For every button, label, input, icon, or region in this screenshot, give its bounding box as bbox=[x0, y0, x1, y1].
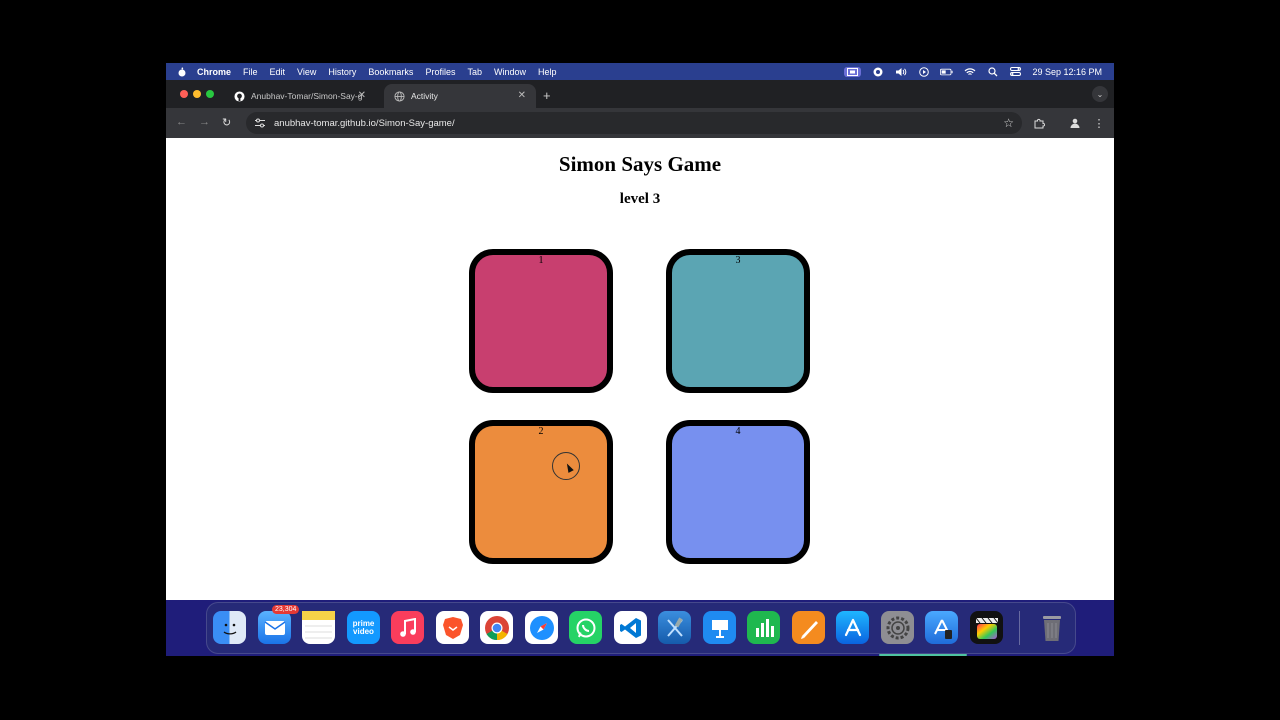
reload-icon[interactable]: ↻ bbox=[222, 116, 231, 129]
url-text[interactable]: anubhav-tomar.github.io/Simon-Say-game/ bbox=[274, 118, 455, 129]
safari-icon[interactable] bbox=[525, 611, 558, 644]
system-settings-icon[interactable] bbox=[881, 611, 914, 644]
site-settings-icon[interactable] bbox=[254, 117, 266, 129]
github-icon bbox=[234, 90, 245, 102]
final-cut-pro-icon[interactable] bbox=[970, 611, 1003, 644]
xcode-icon[interactable] bbox=[658, 611, 691, 644]
brave-icon[interactable] bbox=[436, 611, 469, 644]
simon-button-1[interactable]: 1 bbox=[469, 249, 613, 393]
whatsapp-icon[interactable] bbox=[569, 611, 602, 644]
extensions-icon[interactable] bbox=[1032, 116, 1046, 130]
menu-window[interactable]: Window bbox=[494, 67, 526, 77]
close-tab-icon[interactable]: ✕ bbox=[518, 90, 526, 101]
vscode-icon[interactable] bbox=[614, 611, 647, 644]
simon-button-4[interactable]: 4 bbox=[666, 420, 810, 564]
screen-share-icon[interactable] bbox=[844, 66, 862, 77]
menu-history[interactable]: History bbox=[328, 67, 356, 77]
button-number: 2 bbox=[538, 426, 544, 437]
record-icon[interactable] bbox=[871, 67, 884, 77]
prime-video-icon[interactable]: prime video bbox=[347, 611, 380, 644]
menu-clock[interactable]: 29 Sep 12:16 PM bbox=[1032, 67, 1102, 77]
mail-icon[interactable]: 23,304 bbox=[258, 605, 300, 644]
level-indicator: level 3 bbox=[619, 191, 661, 207]
bookmark-star-icon[interactable]: ☆ bbox=[1003, 116, 1014, 130]
keynote-icon[interactable] bbox=[703, 611, 736, 644]
zoom-window-button[interactable] bbox=[206, 90, 214, 98]
tab-activity[interactable]: Activity ✕ bbox=[384, 84, 536, 108]
tab-title: Anubhav-Tomar/Simon-Say-g bbox=[251, 91, 363, 101]
notes-icon[interactable] bbox=[302, 611, 335, 644]
apple-icon[interactable] bbox=[177, 67, 187, 77]
menu-profiles[interactable]: Profiles bbox=[425, 67, 455, 77]
menu-edit[interactable]: Edit bbox=[270, 67, 286, 77]
browser-toolbar: ← → ↻ anubhav-tomar.github.io/Simon-Say-… bbox=[166, 108, 1114, 138]
forward-arrow-icon[interactable]: → bbox=[199, 116, 210, 128]
menu-app-name[interactable]: Chrome bbox=[197, 67, 231, 77]
globe-icon bbox=[394, 90, 405, 102]
menu-bookmarks[interactable]: Bookmarks bbox=[368, 67, 413, 77]
dock-running-indicator bbox=[879, 654, 967, 656]
simon-button-2[interactable]: 2 bbox=[469, 420, 613, 564]
dock: 23,304 prime video bbox=[206, 602, 1076, 656]
trash-icon[interactable] bbox=[1035, 611, 1068, 644]
tab-strip: Anubhav-Tomar/Simon-Say-g ✕ Activity ✕ +… bbox=[166, 80, 1114, 108]
tab-search-chevron-icon[interactable]: ⌄ bbox=[1092, 86, 1108, 102]
cursor-arrow-icon bbox=[564, 462, 574, 473]
battery-icon[interactable] bbox=[940, 67, 954, 77]
status-area: 29 Sep 12:16 PM bbox=[844, 63, 1102, 80]
mouse-cursor-highlight bbox=[552, 452, 580, 480]
desktop-background: 23,304 prime video bbox=[166, 600, 1114, 656]
numbers-icon[interactable] bbox=[747, 611, 780, 644]
profile-icon[interactable] bbox=[1068, 116, 1082, 130]
mail-badge: 23,304 bbox=[272, 605, 300, 614]
search-icon[interactable] bbox=[986, 66, 999, 77]
volume-icon[interactable] bbox=[894, 67, 907, 77]
menu-bar: Chrome File Edit View History Bookmarks … bbox=[166, 63, 1114, 80]
simulator-icon[interactable] bbox=[925, 611, 958, 644]
address-bar[interactable]: anubhav-tomar.github.io/Simon-Say-game/ … bbox=[246, 112, 1022, 134]
screen: Chrome File Edit View History Bookmarks … bbox=[166, 63, 1114, 656]
pages-icon[interactable] bbox=[792, 611, 825, 644]
chrome-icon[interactable] bbox=[480, 611, 513, 644]
window-controls bbox=[180, 90, 214, 98]
simon-button-3[interactable]: 3 bbox=[666, 249, 810, 393]
close-window-button[interactable] bbox=[180, 90, 188, 98]
finder-icon[interactable] bbox=[213, 611, 246, 644]
close-tab-icon[interactable]: ✕ bbox=[358, 90, 366, 101]
button-number: 3 bbox=[735, 255, 741, 266]
new-tab-plus-icon[interactable]: + bbox=[543, 88, 551, 103]
tab-title: Activity bbox=[411, 91, 438, 101]
prime-video-label: prime video bbox=[352, 618, 375, 636]
button-number: 1 bbox=[538, 255, 544, 266]
menu-view[interactable]: View bbox=[297, 67, 316, 77]
button-number: 4 bbox=[735, 426, 741, 437]
minimize-window-button[interactable] bbox=[193, 90, 201, 98]
menu-help[interactable]: Help bbox=[538, 67, 557, 77]
web-page: Simon Says Game level 3 1 3 2 4 bbox=[166, 138, 1114, 600]
play-icon[interactable] bbox=[917, 66, 930, 77]
dock-separator bbox=[1019, 611, 1020, 645]
control-center-icon[interactable] bbox=[1009, 67, 1022, 77]
menu-tab[interactable]: Tab bbox=[467, 67, 482, 77]
page-title: Simon Says Game bbox=[558, 152, 722, 176]
tab-github[interactable]: Anubhav-Tomar/Simon-Say-g ✕ bbox=[224, 84, 376, 108]
chrome-menu-icon[interactable]: ⋮ bbox=[1092, 116, 1106, 130]
back-arrow-icon[interactable]: ← bbox=[176, 116, 187, 128]
app-store-icon[interactable] bbox=[836, 611, 869, 644]
menu-file[interactable]: File bbox=[243, 67, 258, 77]
music-icon[interactable] bbox=[391, 611, 424, 644]
wifi-icon[interactable] bbox=[963, 67, 976, 77]
